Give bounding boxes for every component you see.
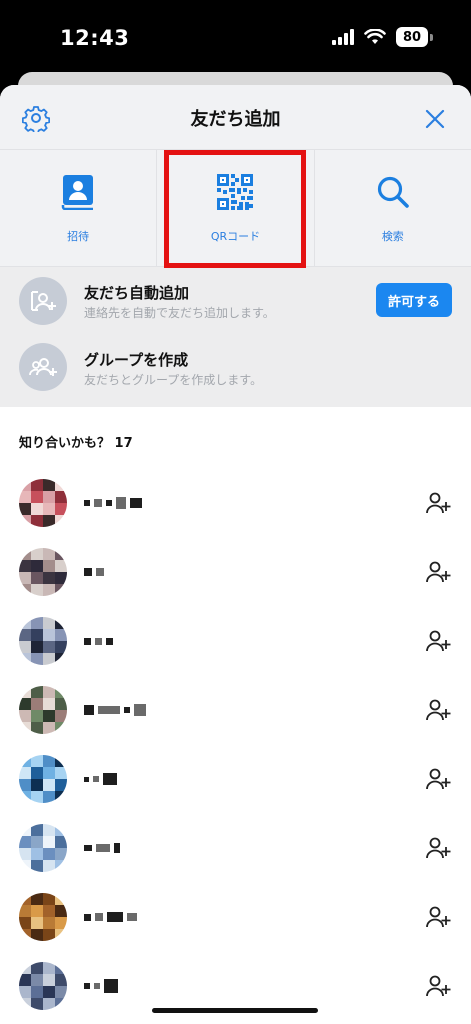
friend-suggestion-row[interactable] [0,755,471,815]
friend-suggestion-row[interactable] [0,548,471,608]
friend-suggestion-row[interactable] [0,893,471,953]
tab-qr-code-label: QRコード [210,230,261,243]
add-friends-sheet: 友だち追加 招待 QRコード 検索 友だち自動追加 連絡先を自動で友だち追加しま… [0,85,471,1024]
add-friend-icon[interactable] [425,490,451,516]
friend-name-pixelated [84,979,118,993]
add-friend-icon[interactable] [425,904,451,930]
avatar [19,755,67,803]
auto-add-subtitle: 連絡先を自動で友だち追加します。 [84,306,275,320]
tab-qr-code[interactable]: QRコード [156,150,313,266]
status-bar: 12:43 80 [0,0,471,72]
friend-suggestion-row[interactable] [0,479,471,539]
search-icon [375,174,411,210]
avatar [19,548,67,596]
add-friend-icon[interactable] [425,835,451,861]
page-title: 友だち追加 [190,109,281,130]
create-group-row[interactable]: グループを作成 友だちとグループを作成します。 [0,333,471,399]
signal-icon [332,29,354,45]
avatar [19,893,67,941]
tab-invite-label: 招待 [67,230,90,243]
action-section: 友だち自動追加 連絡先を自動で友だち追加します。 許可する グループを作成 友だ… [0,267,471,407]
friend-suggestion-row[interactable] [0,824,471,884]
tab-search[interactable]: 検索 [313,150,471,266]
add-friend-icon[interactable] [425,628,451,654]
friend-name-pixelated [84,496,142,510]
add-friend-icon[interactable] [425,697,451,723]
friend-suggestion-row[interactable] [0,962,471,1022]
tab-search-label: 検索 [381,230,404,243]
add-friend-icon[interactable] [425,559,451,585]
battery-level: 80 [396,27,428,47]
friend-suggestion-row[interactable] [0,617,471,677]
wifi-icon [364,29,386,44]
qr-code-icon [217,174,254,210]
suggestions-section: 知り合いかも？ 17 [0,407,471,1024]
create-group-icon [19,343,67,391]
avatar [19,617,67,665]
avatar [19,479,67,527]
friend-suggestion-row[interactable] [0,686,471,746]
auto-add-title: 友だち自動追加 [84,284,190,302]
auto-add-row[interactable]: 友だち自動追加 連絡先を自動で友だち追加します。 許可する [0,267,471,333]
allow-button[interactable]: 許可する [376,283,452,317]
friend-name-pixelated [84,772,117,786]
battery-indicator: 80 [396,27,433,47]
friend-name-pixelated [84,910,137,924]
friend-name-pixelated [84,565,104,579]
avatar [19,686,67,734]
create-group-subtitle: 友だちとグループを作成します。 [84,373,263,387]
auto-add-icon [19,277,67,325]
avatar [19,824,67,872]
contact-book-icon [60,174,96,210]
suggestions-header: 知り合いかも？ 17 [19,436,133,451]
friend-name-pixelated [84,634,113,648]
add-method-tabs: 招待 QRコード 検索 [0,149,471,267]
create-group-title: グループを作成 [84,351,189,369]
status-icons: 80 [332,27,433,47]
add-friend-icon[interactable] [425,766,451,792]
friend-name-pixelated [84,703,146,717]
header: 友だち追加 [0,85,471,149]
tab-invite[interactable]: 招待 [0,150,156,266]
avatar [19,962,67,1010]
add-friend-icon[interactable] [425,973,451,999]
status-time: 12:43 [60,26,130,50]
friend-name-pixelated [84,841,120,855]
close-icon[interactable] [423,107,447,131]
home-indicator [152,1008,318,1013]
